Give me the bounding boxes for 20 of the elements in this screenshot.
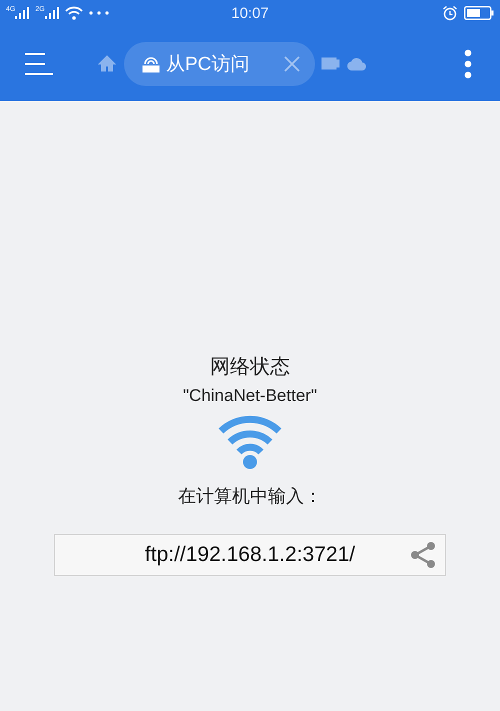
share-icon[interactable] [409, 541, 437, 569]
status-time: 10:07 [231, 4, 269, 22]
battery-icon [464, 6, 494, 20]
router-icon [140, 54, 160, 72]
more-icon [88, 11, 109, 15]
breadcrumb-tab[interactable]: 从PC访问 [124, 42, 316, 86]
signal-icon [44, 6, 59, 20]
wifi-icon [64, 6, 83, 20]
card-icon[interactable] [321, 54, 342, 72]
home-icon[interactable] [98, 54, 118, 72]
instruction-text: 在计算机中输入： [178, 485, 322, 508]
network-name: "ChinaNet-Better" [183, 386, 317, 406]
address-field[interactable]: ftp://192.168.1.2:3721/ [54, 534, 446, 576]
alarm-icon [442, 5, 458, 21]
section-title: 网络状态 [210, 355, 290, 380]
wifi-icon [217, 414, 283, 470]
close-icon[interactable] [283, 54, 302, 72]
menu-icon[interactable] [24, 52, 54, 76]
signal-icon [15, 6, 30, 20]
more-options-icon[interactable] [464, 48, 472, 78]
